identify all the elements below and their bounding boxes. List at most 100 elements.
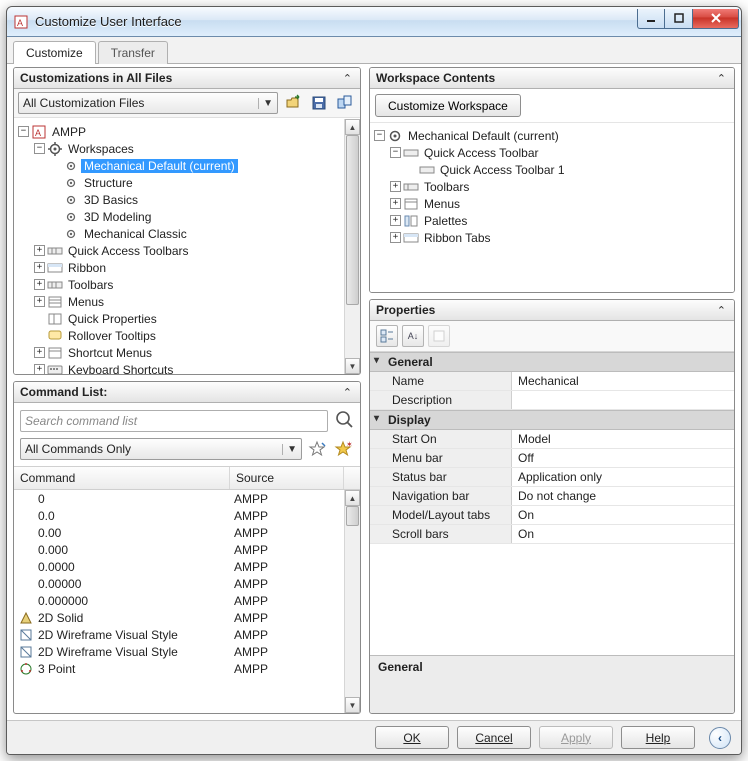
property-row[interactable]: Menu barOff: [370, 449, 734, 468]
collapse-icon[interactable]: ⌃: [715, 304, 728, 317]
command-row[interactable]: 2D Wireframe Visual StyleAMPP: [14, 626, 344, 643]
star-filter-button[interactable]: [306, 438, 328, 460]
tree-expander[interactable]: −: [374, 130, 385, 141]
categorized-view-button[interactable]: [376, 325, 398, 347]
workspace-item[interactable]: Mechanical Classic: [81, 227, 190, 241]
tree-node-workspaces[interactable]: Workspaces: [65, 142, 137, 156]
ok-button[interactable]: OK: [375, 726, 449, 749]
workspace-item[interactable]: Structure: [81, 176, 136, 190]
help-button[interactable]: Help: [621, 726, 695, 749]
property-value[interactable]: Mechanical: [512, 372, 734, 390]
property-category[interactable]: Display: [370, 410, 734, 430]
command-row[interactable]: 0.0000AMPP: [14, 558, 344, 575]
workspace-mechanical-default[interactable]: Mechanical Default (current): [81, 159, 238, 173]
tree-node[interactable]: Menus: [65, 295, 107, 309]
search-icon[interactable]: [334, 409, 354, 432]
property-value[interactable]: On: [512, 506, 734, 524]
scroll-down-button[interactable]: ▼: [345, 697, 360, 713]
command-row[interactable]: 3 PointAMPP: [14, 660, 344, 677]
col-source[interactable]: Source: [230, 467, 344, 489]
workspace-item[interactable]: 3D Basics: [81, 193, 141, 207]
customizations-tree[interactable]: −AAMPP −Workspaces Mechanical Default (c…: [14, 118, 360, 374]
workspace-item[interactable]: 3D Modeling: [81, 210, 154, 224]
tree-expander[interactable]: +: [390, 215, 401, 226]
tree-expander[interactable]: +: [390, 232, 401, 243]
apply-button[interactable]: Apply: [539, 726, 613, 749]
property-value[interactable]: Do not change: [512, 487, 734, 505]
ws-root[interactable]: Mechanical Default (current): [405, 129, 562, 143]
property-grid[interactable]: GeneralNameMechanicalDescriptionDisplayS…: [370, 352, 734, 655]
scroll-up-button[interactable]: ▲: [345, 490, 360, 506]
property-category[interactable]: General: [370, 352, 734, 372]
property-pages-button[interactable]: [428, 325, 450, 347]
customize-workspace-button[interactable]: Customize Workspace: [375, 94, 521, 117]
tab-customize[interactable]: Customize: [13, 41, 96, 64]
tree-node[interactable]: Keyboard Shortcuts: [65, 363, 176, 375]
command-row[interactable]: 2D Wireframe Visual StyleAMPP: [14, 643, 344, 660]
property-row[interactable]: Scroll barsOn: [370, 525, 734, 544]
command-row[interactable]: 0.000000AMPP: [14, 592, 344, 609]
ws-node[interactable]: Menus: [421, 197, 463, 211]
tree-node[interactable]: Shortcut Menus: [65, 346, 155, 360]
panes-button[interactable]: [334, 92, 356, 114]
ws-node[interactable]: Ribbon Tabs: [421, 231, 494, 245]
command-row[interactable]: 0AMPP: [14, 490, 344, 507]
property-row[interactable]: Status barApplication only: [370, 468, 734, 487]
tree-node[interactable]: Rollover Tooltips: [65, 329, 159, 343]
command-row[interactable]: 0.000AMPP: [14, 541, 344, 558]
maximize-button[interactable]: [665, 9, 693, 29]
tree-expander[interactable]: +: [390, 198, 401, 209]
tree-expander[interactable]: −: [34, 143, 45, 154]
tree-node[interactable]: Toolbars: [65, 278, 116, 292]
property-row[interactable]: Start OnModel: [370, 430, 734, 449]
collapse-icon[interactable]: ⌃: [341, 72, 354, 85]
col-command[interactable]: Command: [14, 467, 230, 489]
workspace-contents-tree[interactable]: −Mechanical Default (current) −Quick Acc…: [370, 122, 734, 292]
minimize-button[interactable]: [637, 9, 665, 29]
property-value[interactable]: Model: [512, 430, 734, 448]
tree-expander[interactable]: +: [34, 296, 45, 307]
tree-expander[interactable]: +: [34, 262, 45, 273]
property-row[interactable]: NameMechanical: [370, 372, 734, 391]
command-row[interactable]: 2D SolidAMPP: [14, 609, 344, 626]
customization-file-select[interactable]: All Customization Files ▼: [18, 92, 278, 114]
property-value[interactable]: [512, 391, 734, 409]
command-row[interactable]: 0.0AMPP: [14, 507, 344, 524]
collapse-icon[interactable]: ⌃: [715, 72, 728, 85]
property-value[interactable]: On: [512, 525, 734, 543]
ws-node[interactable]: Palettes: [421, 214, 470, 228]
tree-expander[interactable]: +: [34, 245, 45, 256]
property-value[interactable]: Off: [512, 449, 734, 467]
command-row[interactable]: 0.00AMPP: [14, 524, 344, 541]
tree-node[interactable]: Quick Properties: [65, 312, 160, 326]
scroll-thumb[interactable]: [346, 135, 359, 305]
collapse-icon[interactable]: ⌃: [341, 386, 354, 399]
vertical-scrollbar[interactable]: ▲ ▼: [344, 490, 360, 713]
property-value[interactable]: Application only: [512, 468, 734, 486]
tree-node[interactable]: Ribbon: [65, 261, 109, 275]
tree-expander[interactable]: +: [34, 279, 45, 290]
property-row[interactable]: Description: [370, 391, 734, 410]
command-row[interactable]: 0.00000AMPP: [14, 575, 344, 592]
close-button[interactable]: [693, 9, 739, 29]
property-row[interactable]: Navigation barDo not change: [370, 487, 734, 506]
property-row[interactable]: Model/Layout tabsOn: [370, 506, 734, 525]
command-filter-select[interactable]: All Commands Only ▼: [20, 438, 302, 460]
star-add-button[interactable]: ✶: [332, 438, 354, 460]
tab-transfer[interactable]: Transfer: [98, 41, 168, 64]
tree-root[interactable]: AMPP: [49, 125, 89, 139]
tree-expander[interactable]: +: [34, 364, 45, 374]
scroll-up-button[interactable]: ▲: [345, 119, 360, 135]
scroll-thumb[interactable]: [346, 506, 359, 526]
cancel-button[interactable]: Cancel: [457, 726, 531, 749]
tree-expander[interactable]: −: [390, 147, 401, 158]
tree-node[interactable]: Quick Access Toolbars: [65, 244, 192, 258]
command-rows[interactable]: 0AMPP0.0AMPP0.00AMPP0.000AMPP0.0000AMPP0…: [14, 490, 344, 713]
tree-expander[interactable]: −: [18, 126, 29, 137]
alphabetical-view-button[interactable]: A↓: [402, 325, 424, 347]
expand-details-button[interactable]: ‹: [709, 727, 731, 749]
ws-node[interactable]: Toolbars: [421, 180, 472, 194]
vertical-scrollbar[interactable]: ▲ ▼: [344, 119, 360, 374]
save-button[interactable]: [308, 92, 330, 114]
ws-qat-item[interactable]: Quick Access Toolbar 1: [437, 163, 568, 177]
